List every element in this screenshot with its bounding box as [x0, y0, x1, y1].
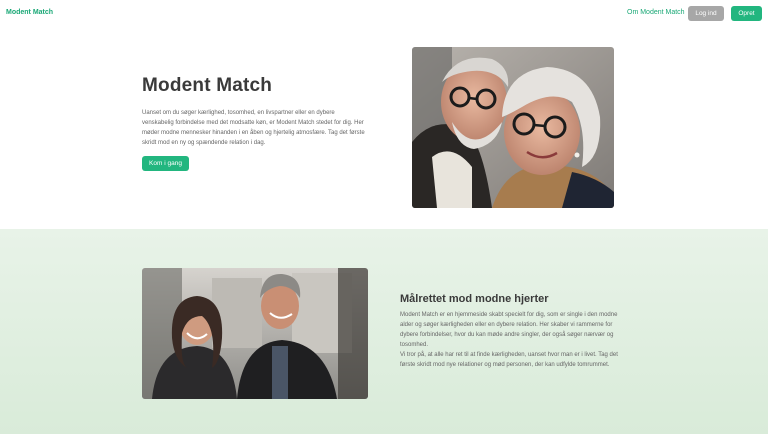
about-paragraph-2: Vi tror på, at alle har ret til at finde…	[400, 352, 618, 368]
about-section: Målrettet mod modne hjerter Modent Match…	[0, 229, 768, 434]
about-title: Målrettet mod modne hjerter	[400, 293, 549, 305]
top-navbar: Modent Match Om Modent Match Log ind Opr…	[0, 0, 768, 27]
nav-link-about[interactable]: Om Modent Match	[627, 9, 685, 16]
walking-couple-photo	[142, 268, 368, 399]
about-paragraph-1: Modent Match er en hjemmeside skabt spec…	[400, 312, 618, 348]
hero-section: Modent Match Uanset om du søger kærlighe…	[0, 27, 768, 229]
login-button[interactable]: Log ind	[688, 6, 724, 21]
hero-description: Uanset om du søger kærlighed, tosomhed, …	[142, 110, 365, 146]
brand-logo-link[interactable]: Modent Match	[6, 9, 53, 16]
hero-title: Modent Match	[142, 75, 273, 96]
create-account-button[interactable]: Opret	[731, 6, 762, 21]
get-started-button[interactable]: Kom i gang	[142, 156, 189, 171]
about-description: Modent Match er en hjemmeside skabt spec…	[400, 310, 626, 370]
hero-couple-photo	[412, 47, 614, 208]
